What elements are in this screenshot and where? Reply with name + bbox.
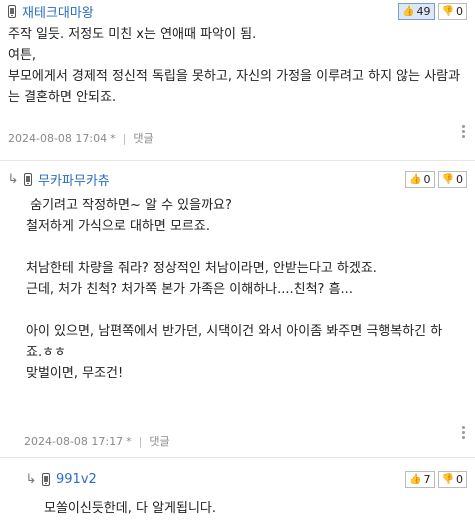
vote-group: 👍 7 👎 0 — [405, 471, 467, 488]
comment-header: ↳ 991v2 — [0, 468, 475, 490]
comment-star: * — [126, 434, 132, 448]
thumbs-up-icon: 👍 — [409, 474, 422, 485]
thumbs-down-icon: 👎 — [441, 174, 454, 185]
downvote-count: 0 — [456, 5, 463, 18]
reply-arrow-icon: ↳ — [7, 171, 19, 187]
comment-date: 2024-08-08 17:17 — [24, 434, 124, 448]
thumbs-up-icon: 👍 — [402, 6, 415, 17]
reply-comment: ↳ 무카파무카츄 👍 0 👎 0 숨기려고 작정하면~ 알 수 있을까요? 철저… — [0, 161, 475, 458]
mobile-phone-icon — [24, 172, 32, 186]
more-vertical-icon[interactable] — [462, 426, 465, 439]
comment: 재테크대마왕 👍 49 👎 0 주작 일듯. 저정도 미친 x는 연애때 파악이… — [0, 0, 475, 161]
upvote-button[interactable]: 👍 0 — [405, 171, 435, 188]
upvote-count: 49 — [416, 5, 431, 18]
comment-star: * — [110, 131, 116, 145]
downvote-button[interactable]: 👎 0 — [437, 471, 467, 488]
thumbs-down-icon: 👎 — [441, 474, 454, 485]
comment-author[interactable]: 재테크대마왕 — [22, 2, 94, 21]
vote-group: 👍 49 👎 0 — [398, 3, 467, 20]
mobile-phone-icon — [8, 4, 16, 18]
downvote-count: 0 — [456, 473, 463, 486]
upvote-button[interactable]: 👍 7 — [405, 471, 435, 488]
downvote-button[interactable]: 👎 0 — [437, 3, 467, 20]
downvote-count: 0 — [456, 173, 463, 186]
comment-author[interactable]: 991v2 — [56, 472, 97, 487]
comment-header: ↳ 무카파무카츄 — [0, 168, 475, 190]
divider: | — [122, 131, 127, 145]
upvote-count: 7 — [423, 473, 431, 486]
thumbs-up-icon: 👍 — [409, 174, 422, 185]
downvote-button[interactable]: 👎 0 — [437, 171, 467, 188]
reply-arrow-icon: ↳ — [25, 471, 37, 487]
reply-link[interactable]: 댓글 — [149, 433, 169, 449]
upvote-count: 0 — [423, 173, 431, 186]
vote-group: 👍 0 👎 0 — [405, 171, 467, 188]
thumbs-down-icon: 👎 — [441, 6, 454, 17]
divider: | — [138, 434, 143, 448]
mobile-phone-icon — [42, 472, 50, 486]
upvote-button[interactable]: 👍 49 — [398, 3, 435, 20]
comment-meta: 2024-08-08 17:04 * | 댓글 — [8, 130, 154, 146]
comment-body: 숨기려고 작정하면~ 알 수 있을까요? 철저하게 가식으로 대하면 모르죠. … — [26, 198, 443, 381]
comment-body: 주작 일듯. 저정도 미친 x는 연애때 파악이 됨. 여튼, 부모에게서 경제… — [8, 27, 461, 105]
comment-date: 2024-08-08 17:04 — [8, 131, 108, 145]
comment-author[interactable]: 무카파무카츄 — [38, 170, 110, 189]
reply-comment: ↳ 991v2 👍 7 👎 0 모쏠이신듯한데, 다 알게됩니다. — [0, 458, 475, 526]
more-vertical-icon[interactable] — [462, 125, 465, 138]
comment-body: 모쏠이신듯한데, 다 알게됩니다. — [44, 501, 217, 516]
comment-meta: 2024-08-08 17:17 * | 댓글 — [24, 433, 170, 449]
reply-link[interactable]: 댓글 — [133, 130, 153, 146]
